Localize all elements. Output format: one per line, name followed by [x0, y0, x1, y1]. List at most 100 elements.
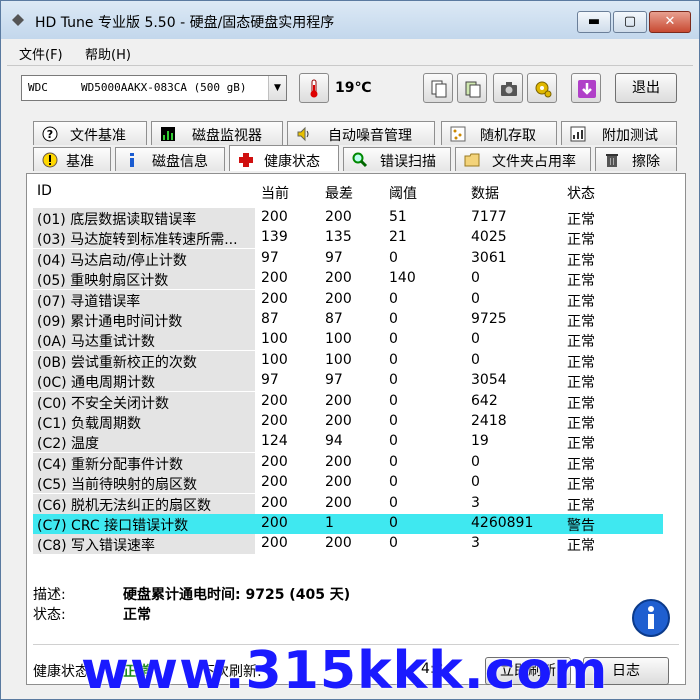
- cell-threshold: 0: [389, 535, 398, 552]
- cell-threshold: 0: [389, 331, 398, 348]
- tab-label: 自动噪音管理: [328, 128, 412, 144]
- header-data[interactable]: 数据: [471, 183, 499, 203]
- minimize-button[interactable]: ▬: [577, 11, 611, 33]
- table-row[interactable]: (0B) 尝试重新校正的次数 100 100 0 0 正常: [33, 350, 663, 371]
- cell-current: 200: [261, 270, 288, 287]
- cell-id: (0C) 通电周期计数: [37, 375, 156, 392]
- tab-label: 文件夹占用率: [492, 154, 576, 170]
- cell-status: 警告: [567, 518, 595, 534]
- toolbar-divider: [7, 65, 693, 66]
- copy-info-button[interactable]: [423, 73, 453, 103]
- cell-id: (03) 马达旋转到标准转速所需...: [37, 232, 238, 249]
- header-worst[interactable]: 最差: [325, 183, 353, 203]
- table-row[interactable]: (C6) 脱机无法纠正的扇区数 200 200 0 3 正常: [33, 493, 663, 514]
- cell-worst: 200: [325, 494, 352, 511]
- cell-data: 0: [471, 474, 480, 491]
- table-row[interactable]: (0A) 马达重试计数 100 100 0 0 正常: [33, 330, 663, 351]
- app-window: HD Tune 专业版 5.50 - 硬盘/固态硬盘实用程序 ▬ ▢ ✕ 文件(…: [0, 0, 700, 700]
- options-button[interactable]: [527, 73, 557, 103]
- drive-select[interactable]: WDC WD5000AAKX-083CA (500 gB) ▼: [21, 75, 287, 101]
- cell-data: 3: [471, 494, 480, 511]
- tab-error-scan[interactable]: 错误扫描: [343, 147, 451, 171]
- cell-worst: 1: [325, 515, 334, 531]
- chevron-down-icon[interactable]: ▼: [268, 76, 286, 100]
- tab-benchmark[interactable]: 基准: [33, 147, 111, 171]
- watermark-text: www.315kkk.com: [81, 641, 609, 700]
- cell-threshold: 0: [389, 392, 398, 409]
- cell-threshold: 0: [389, 433, 398, 450]
- table-row[interactable]: (C2) 温度 124 94 0 19 正常: [33, 432, 663, 453]
- cell-id: (C1) 负载周期数: [37, 416, 142, 432]
- table-row[interactable]: (05) 重映射扇区计数 200 200 140 0 正常: [33, 269, 663, 290]
- desc-value: 硬盘累计通电时间: 9725 (405 天): [123, 587, 351, 603]
- cell-id: (C6) 脱机无法纠正的扇区数: [37, 497, 212, 514]
- tab-disk-info[interactable]: 磁盘信息: [115, 147, 225, 171]
- tab-folder-usage[interactable]: 文件夹占用率: [455, 147, 591, 171]
- header-current[interactable]: 当前: [261, 183, 289, 203]
- drive-select-value: WDC WD5000AAKX-083CA (500 gB): [28, 81, 247, 94]
- close-button[interactable]: ✕: [649, 11, 691, 33]
- cell-status: 正常: [567, 334, 595, 351]
- table-row[interactable]: (C8) 写入错误速率 200 200 0 3 正常: [33, 534, 663, 555]
- cell-worst: 200: [325, 209, 352, 225]
- cell-data: 3: [471, 535, 480, 552]
- table-row[interactable]: (C5) 当前待映射的扇区数 200 200 0 0 正常: [33, 473, 663, 494]
- table-row[interactable]: (C1) 负载周期数 200 200 0 2418 正常: [33, 412, 663, 432]
- exit-button[interactable]: 退出: [615, 73, 677, 103]
- tab-disk-monitor[interactable]: 磁盘监视器: [151, 121, 283, 145]
- cell-current: 200: [261, 413, 288, 429]
- cell-worst: 200: [325, 413, 352, 429]
- table-row[interactable]: (C7) CRC 接口错误计数 200 1 0 4260891 警告: [33, 514, 663, 534]
- cell-data: 0: [471, 331, 480, 348]
- temperature-button[interactable]: [299, 73, 329, 103]
- cell-current: 97: [261, 372, 279, 389]
- tab-health[interactable]: 健康状态: [229, 145, 339, 171]
- health-panel: ID 当前 最差 阈值 数据 状态 (01) 底层数据读取错误率 200 200 51…: [26, 173, 686, 685]
- cell-threshold: 0: [389, 474, 398, 491]
- tab-noise-management[interactable]: 自动噪音管理: [287, 121, 435, 145]
- tab-erase[interactable]: 擦除: [595, 147, 677, 171]
- cell-threshold: 0: [389, 494, 398, 511]
- cell-worst: 135: [325, 229, 352, 246]
- tab-extra-tests[interactable]: 附加测试: [561, 121, 677, 145]
- table-row[interactable]: (07) 寻道错误率 200 200 0 0 正常: [33, 289, 663, 310]
- table-row[interactable]: (09) 累计通电时间计数 87 87 0 9725 正常: [33, 310, 663, 330]
- table-row[interactable]: (01) 底层数据读取错误率 200 200 51 7177 正常: [33, 208, 663, 228]
- temperature-value: 19℃: [335, 80, 372, 96]
- window-title: HD Tune 专业版 5.50 - 硬盘/固态硬盘实用程序: [35, 15, 335, 31]
- header-id[interactable]: ID: [37, 183, 52, 199]
- cell-threshold: 0: [389, 515, 398, 531]
- extra-test-icon: [570, 126, 586, 142]
- cell-data: 0: [471, 351, 480, 368]
- cell-current: 124: [261, 433, 288, 450]
- header-status[interactable]: 状态: [567, 183, 595, 203]
- cell-status: 正常: [567, 252, 595, 269]
- table-row[interactable]: (C0) 不安全关闭计数 200 200 0 642 正常: [33, 391, 663, 412]
- tab-file-benchmark[interactable]: ? 文件基准: [33, 121, 147, 145]
- cell-id: (0A) 马达重试计数: [37, 334, 155, 351]
- cell-threshold: 140: [389, 270, 416, 287]
- tab-random-access[interactable]: 随机存取: [441, 121, 557, 145]
- screenshot-button[interactable]: [493, 73, 523, 103]
- menu-help[interactable]: 帮助(H): [85, 44, 131, 63]
- table-row[interactable]: (04) 马达启动/停止计数 97 97 0 3061 正常: [33, 248, 663, 269]
- cell-status: 正常: [567, 456, 595, 473]
- cell-status: 正常: [567, 354, 595, 371]
- table-row[interactable]: (03) 马达旋转到标准转速所需... 139 135 21 4025 正常: [33, 228, 663, 249]
- table-row[interactable]: (0C) 通电周期计数 97 97 0 3054 正常: [33, 371, 663, 392]
- cell-threshold: 0: [389, 413, 398, 429]
- title-bar: HD Tune 专业版 5.50 - 硬盘/固态硬盘实用程序 ▬ ▢ ✕: [1, 1, 699, 39]
- menu-file[interactable]: 文件(F): [19, 44, 63, 63]
- save-button[interactable]: [571, 73, 601, 103]
- table-row[interactable]: (C4) 重新分配事件计数 200 200 0 0 正常: [33, 452, 663, 473]
- cell-data: 3054: [471, 372, 507, 389]
- maximize-button[interactable]: ▢: [613, 11, 647, 33]
- header-threshold[interactable]: 阈值: [389, 183, 417, 203]
- tab-label: 随机存取: [480, 128, 536, 144]
- cell-current: 97: [261, 249, 279, 266]
- cell-data: 0: [471, 270, 480, 287]
- cell-status: 正常: [567, 212, 595, 228]
- copy-all-button[interactable]: [457, 73, 487, 103]
- cell-worst: 97: [325, 372, 343, 389]
- tab-label: 文件基准: [70, 128, 126, 144]
